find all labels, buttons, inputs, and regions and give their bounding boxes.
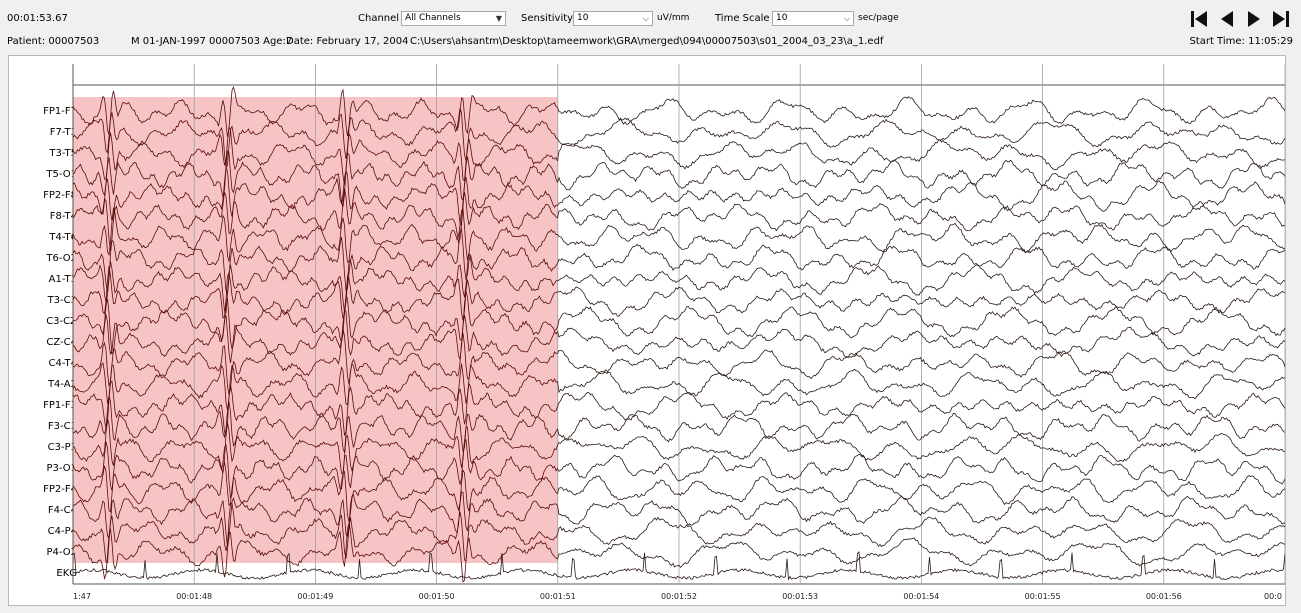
eeg-plot-area[interactable]: FP1-F7 F7-T3 T3-T5 T5-O1 FP2-F8 F8-T4 T4-T6 T6-…: [8, 55, 1286, 606]
chevron-down-icon: ⌵: [843, 14, 850, 23]
eeg-waveforms: 1:47 00:01:48 00:01:49 00:01:50 00:01:51 00:0…: [72, 64, 1285, 601]
recording-date: Date: February 17, 2004: [286, 36, 409, 47]
first-page-icon: [1191, 11, 1207, 27]
time-tick-label: 1:47: [73, 592, 91, 601]
time-tick-label: 00:01:55: [1025, 592, 1061, 601]
first-page-button[interactable]: [1188, 8, 1210, 30]
current-time: 00:01:53.67: [7, 13, 68, 24]
sensitivity-unit: uV/mm: [657, 13, 690, 23]
time-tick-label: 00:0: [1264, 592, 1282, 601]
time-tick-label: 00:01:54: [903, 592, 939, 601]
time-tick-label: 00:01:53: [782, 592, 818, 601]
dropdown-arrow-icon: ▼: [495, 14, 502, 23]
last-page-button[interactable]: [1270, 8, 1292, 30]
channel-label: Channel: [358, 13, 400, 24]
time-tick-label: 00:01:51: [540, 592, 576, 601]
time-tick-label: 00:01:52: [661, 592, 697, 601]
previous-page-button[interactable]: [1216, 8, 1238, 30]
file-path: C:\Users\ahsantm\Desktop\tameemwork\GRA\…: [410, 36, 884, 47]
patient-details: M 01-JAN-1997 00007503 Age:7: [131, 36, 293, 47]
next-page-icon: [1248, 11, 1260, 27]
previous-page-icon: [1221, 11, 1233, 27]
time-tick-label: 00:01:50: [419, 592, 455, 601]
timescale-label: Time Scale: [715, 13, 770, 24]
sensitivity-select-value: 10: [577, 13, 589, 23]
chevron-down-icon: ⌵: [642, 14, 649, 23]
timescale-select[interactable]: 10 ⌵: [772, 11, 854, 26]
timescale-unit: sec/page: [858, 13, 899, 23]
patient-id: Patient: 00007503: [7, 36, 100, 47]
start-time: Start Time: 11:05:29: [1189, 36, 1293, 47]
sensitivity-label: Sensitivity: [521, 13, 574, 24]
time-tick-label: 00:01:56: [1146, 592, 1182, 601]
channel-select-value: All Channels: [405, 13, 461, 23]
channel-select[interactable]: All Channels ▼: [401, 11, 506, 26]
time-tick-label: 00:01:49: [297, 592, 333, 601]
sensitivity-select[interactable]: 10 ⌵: [573, 11, 653, 26]
next-page-button[interactable]: [1243, 8, 1265, 30]
timescale-select-value: 10: [776, 13, 788, 23]
last-page-icon: [1273, 11, 1289, 27]
time-tick-label: 00:01:48: [176, 592, 212, 601]
